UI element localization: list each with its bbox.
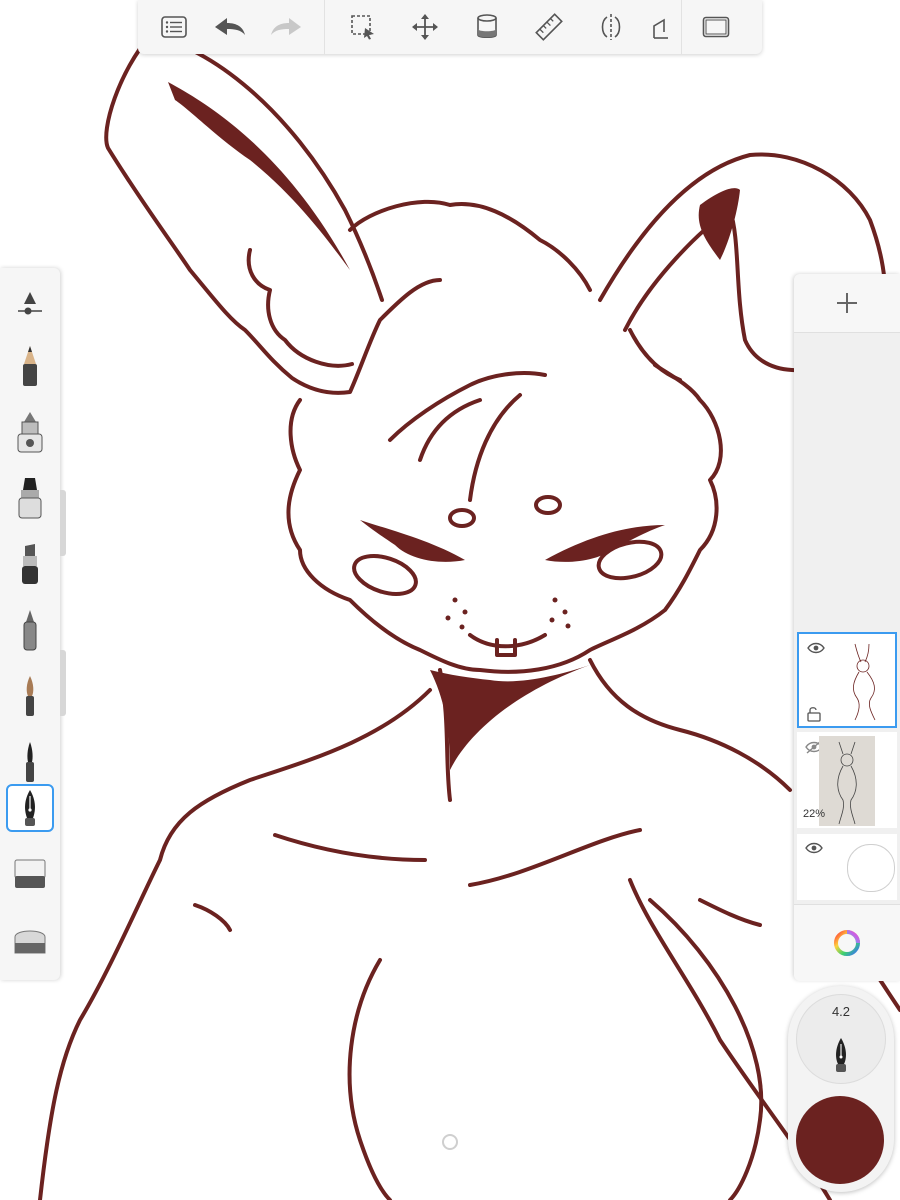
list-icon[interactable]	[152, 5, 196, 49]
selection-icon[interactable]	[341, 5, 385, 49]
fine-brush[interactable]	[6, 738, 54, 786]
eye-icon[interactable]	[807, 642, 825, 654]
soft-eraser-brush[interactable]	[6, 916, 54, 964]
redo-icon[interactable]	[264, 5, 308, 49]
canvas-rotate-indicator	[442, 1134, 458, 1150]
brush-color-swatch[interactable]	[796, 1096, 884, 1184]
add-layer-button[interactable]	[794, 274, 900, 333]
layer-preview-lineart	[853, 643, 876, 721]
ballpoint-pen-brush[interactable]	[6, 606, 54, 654]
ruler-icon[interactable]	[527, 5, 571, 49]
brush-size-label: 4.2	[831, 1004, 851, 1019]
layer-opacity-label: 22%	[803, 808, 826, 820]
paintbrush-brush[interactable]	[6, 672, 54, 720]
brush-size-control[interactable]: 4.2	[796, 994, 886, 1084]
unlock-icon[interactable]	[807, 706, 821, 722]
palette-grip[interactable]	[60, 650, 66, 716]
airbrush-brush[interactable]	[6, 408, 54, 456]
fill-bucket-icon[interactable]	[465, 5, 509, 49]
brush-palette	[0, 268, 60, 980]
color-editor-button[interactable]	[794, 904, 900, 981]
fullscreen-icon[interactable]	[694, 5, 738, 49]
layer-item-sketch[interactable]: 22%	[797, 732, 897, 828]
transform-icon[interactable]	[403, 5, 447, 49]
eraser-brush[interactable]	[6, 850, 54, 898]
brush-puck[interactable]: 4.2	[788, 986, 894, 1192]
symmetry-icon[interactable]	[589, 5, 633, 49]
drawing-canvas[interactable]	[0, 0, 900, 1200]
brush-settings-icon[interactable]	[6, 280, 54, 328]
layer-item-background[interactable]	[797, 834, 897, 900]
eye-icon[interactable]	[805, 842, 823, 854]
plus-icon	[837, 293, 857, 313]
background-color-swatch[interactable]	[847, 844, 895, 892]
ink-pen-brush[interactable]	[6, 784, 54, 832]
top-toolbar	[138, 0, 762, 54]
layer-panel: 22%	[794, 274, 900, 981]
marker-brush[interactable]	[6, 474, 54, 522]
pencil-brush[interactable]	[6, 342, 54, 390]
layer-item-lineart[interactable]	[797, 632, 897, 728]
sketchbook-app: 22% 4.2	[0, 0, 900, 1200]
perspective-icon[interactable]	[645, 5, 675, 49]
undo-icon[interactable]	[208, 5, 252, 49]
chisel-marker-brush[interactable]	[6, 540, 54, 588]
palette-grip[interactable]	[60, 490, 66, 556]
ink-pen-icon	[836, 1038, 846, 1072]
layer-preview-sketch	[819, 736, 875, 826]
color-wheel-icon	[834, 930, 860, 956]
